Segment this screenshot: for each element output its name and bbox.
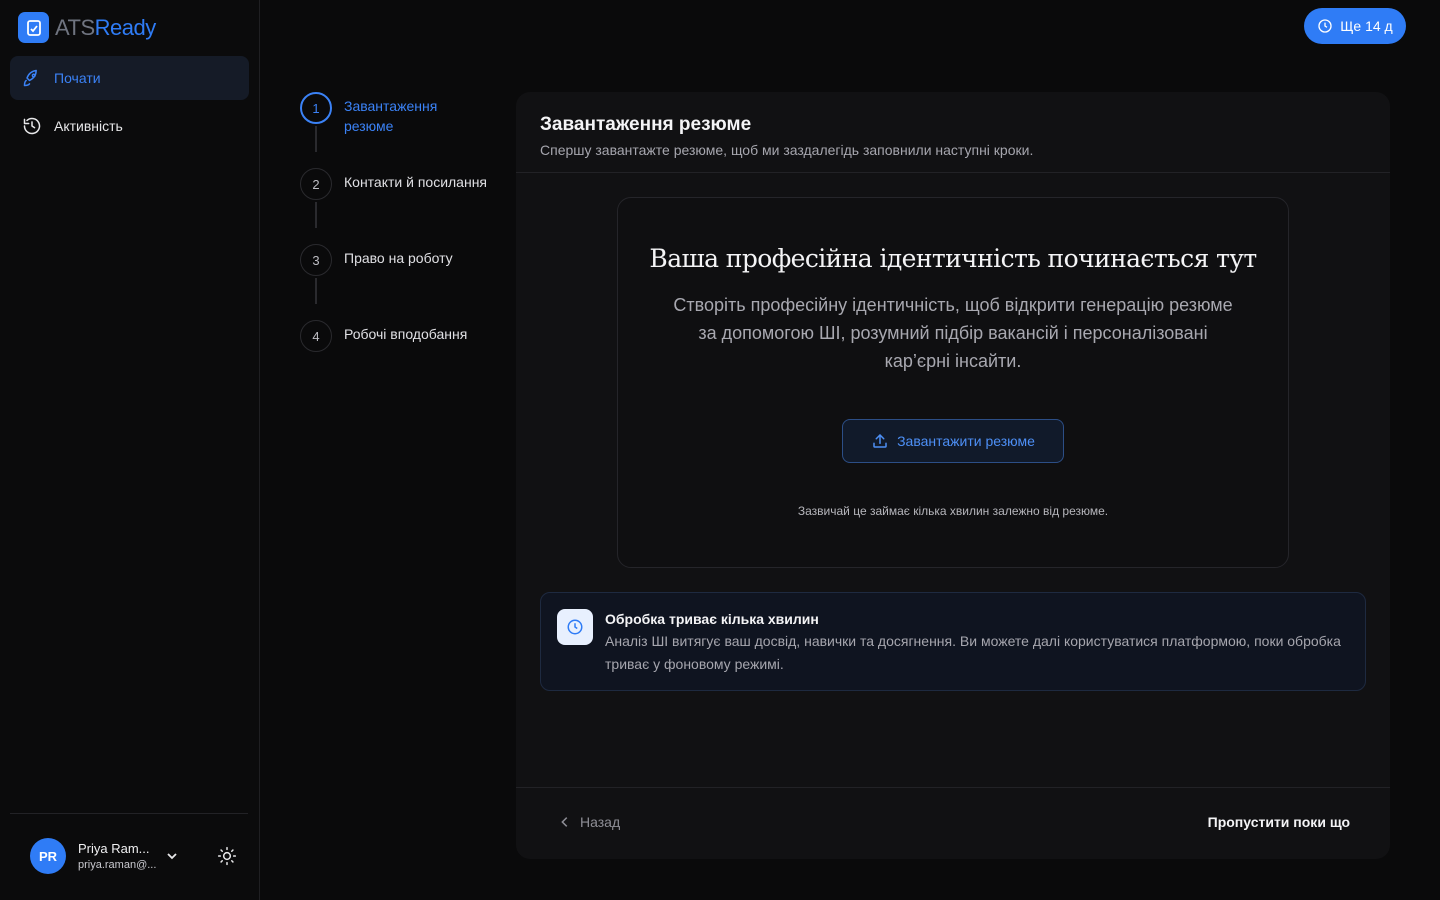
- upload-icon: [873, 434, 887, 448]
- step-label: Завантаження резюме: [344, 98, 438, 134]
- upload-description: Створіть професійну ідентичність, щоб ві…: [673, 295, 1233, 371]
- step-connector: [315, 202, 317, 228]
- step-label: Робочі вподобання: [344, 326, 468, 342]
- step-work-authorization[interactable]: 3 Право на роботу: [300, 244, 453, 276]
- chevron-down-icon[interactable]: [164, 848, 180, 864]
- back-button[interactable]: Назад: [558, 814, 620, 830]
- page-title: Завантаження резюме: [540, 114, 752, 135]
- sidebar-divider: [10, 813, 248, 814]
- step-number: 4: [300, 320, 332, 352]
- trial-label: Ще 14 д: [1340, 18, 1393, 34]
- step-number: 3: [300, 244, 332, 276]
- sidebar-item-start[interactable]: Почати: [10, 56, 249, 100]
- clock-icon: [1318, 19, 1332, 33]
- trial-days-button[interactable]: Ще 14 д: [1304, 8, 1406, 44]
- skip-button[interactable]: Пропустити поки що: [1208, 814, 1350, 830]
- logo-mark-icon: [18, 12, 49, 43]
- step-number: 2: [300, 168, 332, 200]
- history-icon: [23, 117, 41, 135]
- upload-resume-button[interactable]: Завантажити резюме: [842, 419, 1064, 463]
- clock-icon: [557, 609, 593, 645]
- user-name: Priya Ram...: [78, 841, 150, 856]
- processing-info-banner: Обробка триває кілька хвилин Аналіз ШІ в…: [540, 592, 1366, 691]
- step-contacts[interactable]: 2 Контакти й посилання: [300, 168, 487, 200]
- chevron-left-icon: [561, 817, 568, 827]
- step-upload[interactable]: 1 Завантаження резюме: [300, 92, 474, 136]
- avatar: PR: [30, 838, 66, 874]
- upload-card: Завантаження резюме Спершу завантажте ре…: [516, 92, 1390, 859]
- card-footer-divider: [516, 787, 1390, 788]
- page-subtitle: Спершу завантажте резюме, щоб ми заздале…: [540, 142, 1034, 158]
- info-title: Обробка триває кілька хвилин: [605, 611, 819, 627]
- app-logo[interactable]: ATSReady: [18, 12, 156, 43]
- upload-heading: Ваша професійна ідентичність починається…: [649, 244, 1257, 273]
- upload-note: Зазвичай це займає кілька хвилин залежно…: [797, 504, 1109, 518]
- sidebar-item-label: Почати: [54, 70, 101, 86]
- step-label: Право на роботу: [344, 250, 453, 266]
- sidebar-item-activity[interactable]: Активність: [10, 104, 249, 148]
- info-text: Аналіз ШІ витягує ваш досвід, навички та…: [605, 633, 1341, 672]
- logo-text: ATSReady: [55, 14, 156, 40]
- upload-button-label: Завантажити резюме: [897, 433, 1035, 449]
- theme-toggle-sun-icon[interactable]: [217, 846, 237, 866]
- step-number: 1: [300, 92, 332, 124]
- rocket-icon: [23, 69, 37, 87]
- sidebar: ATSReady Почати Активність PR Priya Ram.…: [0, 0, 260, 900]
- sidebar-item-label: Активність: [54, 118, 123, 134]
- card-header: Завантаження резюме Спершу завантажте ре…: [516, 92, 1390, 173]
- step-work-preferences[interactable]: 4 Робочі вподобання: [300, 320, 467, 352]
- step-label: Контакти й посилання: [344, 174, 488, 190]
- user-email: priya.raman@...: [78, 859, 157, 871]
- user-menu[interactable]: PR Priya Ram... priya.raman@...: [30, 838, 156, 874]
- step-connector: [315, 278, 317, 304]
- upload-dropzone[interactable]: Ваша професійна ідентичність починається…: [617, 197, 1289, 568]
- back-label: Назад: [580, 814, 621, 830]
